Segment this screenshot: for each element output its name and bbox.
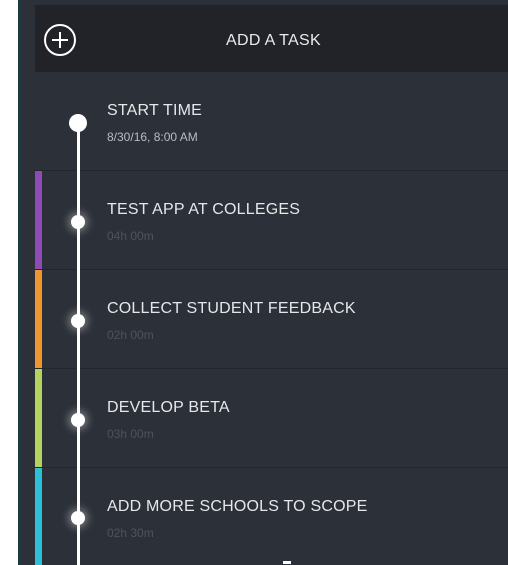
timeline-start-dot xyxy=(69,114,87,132)
task-title: COLLECT STUDENT FEEDBACK xyxy=(107,300,356,317)
task-row[interactable]: COLLECT STUDENT FEEDBACK 02h 00m xyxy=(35,270,508,369)
start-time-row[interactable]: START TIME 8/30/16, 8:00 AM xyxy=(35,72,508,171)
task-color-bar xyxy=(35,171,42,269)
timeline-dot xyxy=(71,511,85,525)
task-color-bar xyxy=(35,369,42,467)
timeline-dot xyxy=(71,413,85,427)
task-title: DEVELOP BETA xyxy=(107,399,230,416)
task-duration: 02h 30m xyxy=(107,526,154,540)
start-time-label: START TIME xyxy=(107,102,203,119)
task-duration: 03h 00m xyxy=(107,427,154,441)
timeline-line xyxy=(77,124,80,565)
timeline-dot xyxy=(71,215,85,229)
task-color-bar xyxy=(35,270,42,368)
task-duration: 04h 00m xyxy=(107,229,154,243)
task-title: TEST APP AT COLLEGES xyxy=(107,201,301,218)
task-row[interactable]: DEVELOP BETA 03h 00m xyxy=(35,369,508,468)
task-title: ADD MORE SCHOOLS TO SCOPE xyxy=(107,498,368,515)
start-time-value: 8/30/16, 8:00 AM xyxy=(107,130,198,144)
task-color-bar xyxy=(35,468,42,565)
scroll-indicator xyxy=(283,561,291,564)
timeline-dot xyxy=(71,314,85,328)
app-frame: ADD A TASK START TIME 8/30/16, 8:00 AM T… xyxy=(18,0,508,565)
task-row[interactable]: ADD MORE SCHOOLS TO SCOPE 02h 30m xyxy=(35,468,508,565)
task-row[interactable]: TEST APP AT COLLEGES 04h 00m xyxy=(35,171,508,270)
task-duration: 02h 00m xyxy=(107,328,154,342)
header-bar: ADD A TASK xyxy=(35,5,508,72)
task-timeline-list: START TIME 8/30/16, 8:00 AM TEST APP AT … xyxy=(35,72,508,565)
add-task-button[interactable]: ADD A TASK xyxy=(35,5,508,72)
